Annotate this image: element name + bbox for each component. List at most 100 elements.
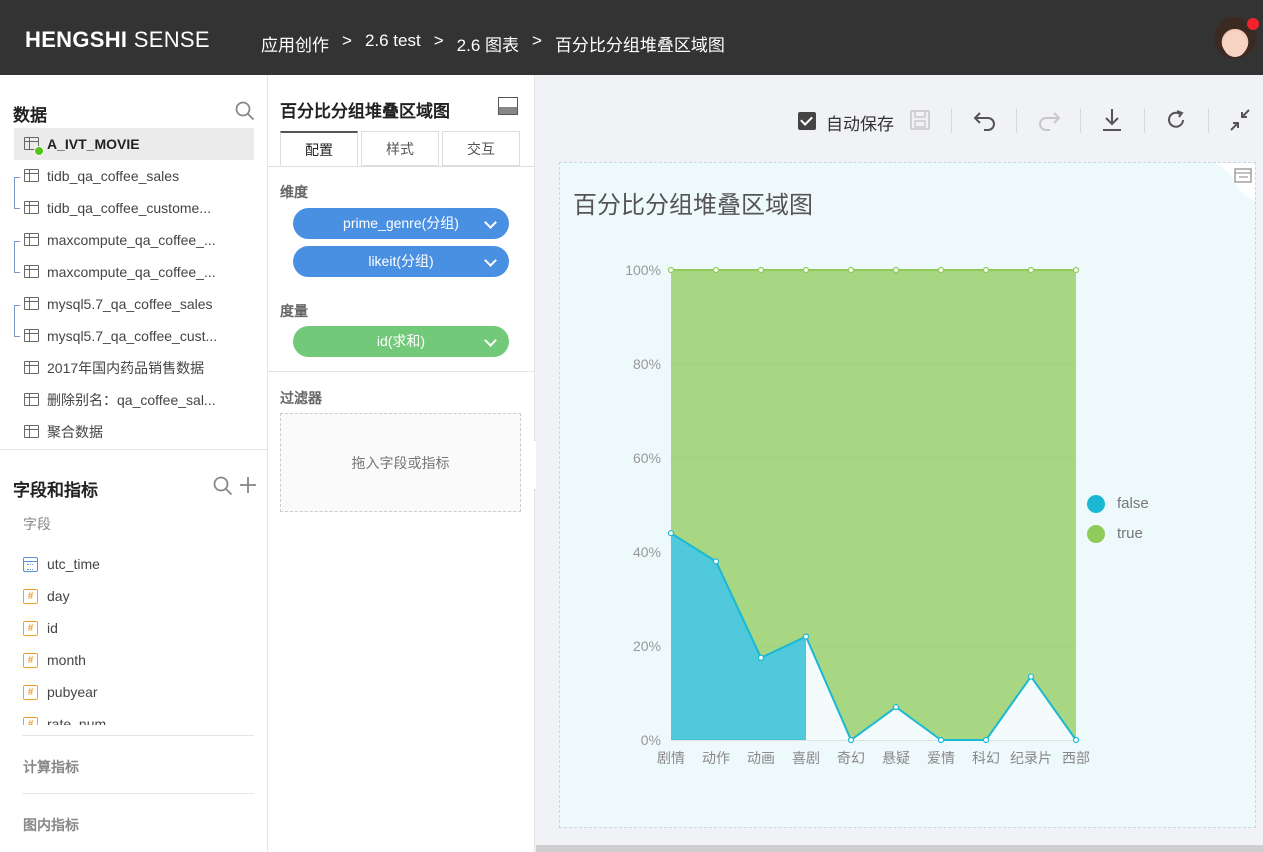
field-label: rate_num — [47, 716, 107, 725]
breadcrumb-item[interactable]: 2.6 test — [365, 31, 421, 56]
field-item[interactable]: # month — [23, 644, 86, 676]
dataset-item[interactable]: tidb_qa_coffee_custome... — [14, 192, 254, 224]
fields-section-title: 字段和指标 — [13, 481, 98, 500]
field-item[interactable]: # rate_num — [23, 708, 106, 725]
section-divider — [22, 793, 254, 794]
dataset-item[interactable]: 删除别名：qa_coffee_sal... — [14, 384, 254, 416]
x-tick-label: 悬疑 — [882, 750, 910, 766]
fields-subtitle: 字段 — [23, 516, 51, 532]
field-item[interactable]: # id — [23, 612, 58, 644]
dataset-item[interactable]: tidb_qa_coffee_sales — [14, 160, 254, 192]
config-tabs: 配置 样式 交互 — [280, 131, 520, 166]
tab-interaction[interactable]: 交互 — [442, 131, 520, 166]
field-item[interactable]: utc_time — [23, 548, 100, 580]
chevron-down-icon[interactable] — [484, 334, 497, 347]
status-ok-icon — [34, 146, 44, 156]
legend-label: true — [1117, 525, 1143, 542]
filter-drop-zone[interactable]: 拖入字段或指标 — [280, 413, 521, 512]
download-icon[interactable] — [1100, 105, 1124, 135]
dataset-label: A_IVT_MOVIE — [47, 136, 140, 152]
dataset-label: tidb_qa_coffee_sales — [47, 168, 180, 184]
breadcrumb-separator: > — [342, 31, 352, 50]
data-point-false — [1072, 736, 1080, 744]
area-chart-icon[interactable] — [498, 97, 518, 115]
tab-config[interactable]: 配置 — [280, 131, 358, 166]
autosave-label: 自动保存 — [826, 115, 894, 134]
chart-card[interactable]: 百分比分组堆叠区域图 0% 20% 40% 60% 80% 100% 剧情 动作 动画 喜剧 奇幻悬… — [559, 162, 1256, 828]
horizontal-scrollbar[interactable] — [536, 845, 1263, 852]
x-tick-label: 动画 — [747, 750, 775, 766]
field-item[interactable]: # day — [23, 580, 70, 612]
breadcrumb-item[interactable]: 应用创作 — [261, 31, 329, 56]
field-label: month — [47, 652, 86, 668]
calendar-icon — [23, 557, 38, 572]
dimension-pill[interactable]: prime_genre(分组) — [293, 208, 509, 239]
dataset-item[interactable]: A_IVT_MOVIE — [14, 128, 254, 160]
breadcrumb-item[interactable]: 2.6 图表 — [457, 31, 519, 56]
measure-label: 度量 — [280, 303, 308, 319]
dataset-item[interactable]: mysql5.7_qa_coffee_cust... — [14, 320, 254, 352]
legend-item-false[interactable]: false — [1087, 495, 1149, 513]
data-point-true — [1072, 266, 1080, 274]
data-point-false — [802, 633, 810, 640]
chevron-down-icon[interactable] — [484, 216, 497, 229]
autosave-checkbox[interactable] — [798, 112, 816, 130]
collapse-fullscreen-icon[interactable] — [1228, 105, 1252, 135]
dimension-label: 维度 — [280, 184, 308, 200]
dataset-item[interactable]: 聚合数据 — [14, 416, 254, 448]
tab-style[interactable]: 样式 — [361, 131, 439, 166]
brand-name-bold: HENGSHI — [25, 27, 128, 52]
toolbar-separator — [1208, 109, 1209, 133]
search-icon[interactable] — [235, 101, 255, 121]
search-icon[interactable] — [213, 476, 233, 496]
field-item[interactable]: # pubyear — [23, 676, 98, 708]
y-tick-label: 60% — [633, 450, 661, 466]
table-icon — [24, 329, 39, 342]
chart-toolbar: 自动保存 — [536, 105, 1263, 137]
number-icon: # — [23, 685, 38, 700]
chart-metrics-title[interactable]: 图内指标 — [23, 815, 79, 835]
number-icon: # — [23, 589, 38, 604]
dataset-label: 2017年国内药品销售数据 — [47, 360, 205, 376]
add-icon[interactable] — [238, 475, 258, 495]
save-icon[interactable] — [908, 105, 932, 135]
dataset-item[interactable]: maxcompute_qa_coffee_... — [14, 224, 254, 256]
data-point-true — [802, 266, 810, 274]
refresh-icon[interactable] — [1164, 105, 1188, 135]
field-label: id — [47, 620, 58, 636]
legend-swatch — [1087, 525, 1105, 543]
x-tick-label: 科幻 — [972, 750, 1000, 766]
data-point-false — [1027, 673, 1035, 680]
dataset-item[interactable]: mysql5.7_qa_coffee_sales — [14, 288, 254, 320]
number-icon: # — [23, 717, 38, 725]
number-icon: # — [23, 653, 38, 668]
legend-item-true[interactable]: true — [1087, 525, 1143, 543]
table-icon — [24, 361, 39, 374]
top-header: HENGSHI SENSE 应用创作 > 2.6 test > 2.6 图表 >… — [0, 0, 1263, 75]
measure-pill[interactable]: id(求和) — [293, 326, 509, 357]
chevron-down-icon[interactable] — [484, 254, 497, 267]
field-list: utc_time # day # id # month # pubyear # rate_… — [0, 545, 267, 725]
toolbar-separator — [1144, 109, 1145, 133]
x-tick-label: 剧情 — [657, 750, 685, 766]
dataset-label: 删除别名：qa_coffee_sal... — [47, 392, 216, 408]
section-divider — [22, 735, 254, 736]
area-chart: 0% 20% 40% 60% 80% 100% 剧情 动作 动画 喜剧 奇幻 悬疑 爱情 科幻 纪录片 西部 — [625, 262, 1090, 766]
dataset-item[interactable]: 2017年国内药品销售数据 — [14, 352, 254, 384]
legend-swatch — [1087, 495, 1105, 513]
dataset-label: 聚合数据 — [47, 424, 103, 440]
table-icon — [24, 425, 39, 438]
data-point-true — [982, 266, 990, 274]
y-tick-label: 40% — [633, 544, 661, 560]
dataset-item[interactable]: maxcompute_qa_coffee_... — [14, 256, 254, 288]
y-tick-label: 0% — [641, 732, 661, 748]
x-tick-label: 喜剧 — [792, 750, 820, 766]
brand-logo[interactable]: HENGSHI SENSE — [25, 27, 210, 53]
calc-metrics-title[interactable]: 计算指标 — [23, 757, 79, 777]
undo-icon[interactable] — [972, 105, 998, 135]
dimension-pill[interactable]: likeit(分组) — [293, 246, 509, 277]
table-icon — [24, 201, 39, 214]
chart-name[interactable]: 百分比分组堆叠区域图 — [280, 97, 450, 122]
redo-icon[interactable] — [1036, 105, 1062, 135]
table-icon — [24, 265, 39, 278]
